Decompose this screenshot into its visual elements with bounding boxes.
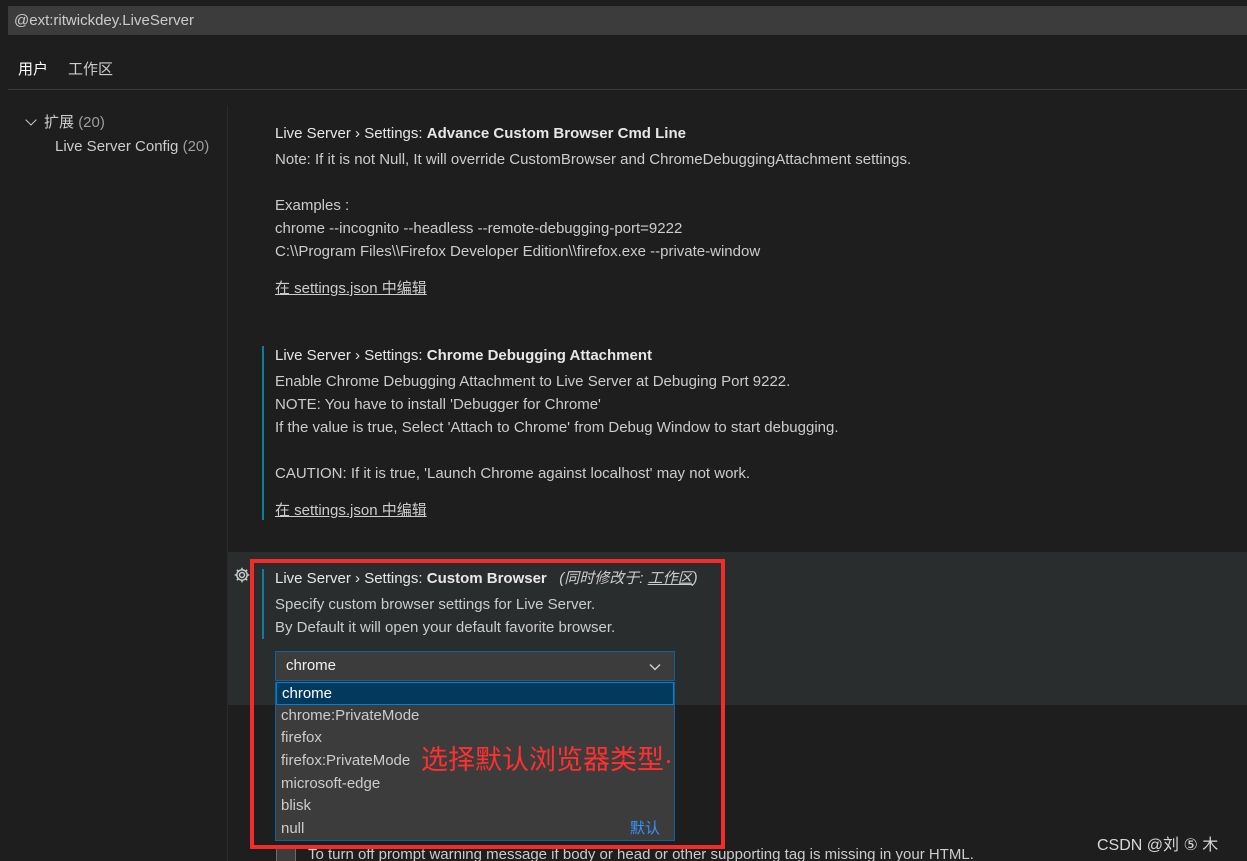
- chevron-down-icon: [649, 663, 661, 671]
- select-value: chrome: [286, 657, 337, 674]
- setting-description: Note: If it is not Null, It will overrid…: [275, 151, 912, 260]
- toc-divider: [227, 106, 228, 861]
- tab-workspace[interactable]: 工作区: [58, 56, 123, 90]
- tab-user[interactable]: 用户: [8, 56, 59, 90]
- gear-icon[interactable]: [233, 566, 251, 584]
- also-modified-workspace-link[interactable]: 工作区: [648, 570, 693, 587]
- annotation-text: 选择默认浏览器类型·: [421, 745, 673, 775]
- tabs-divider: [8, 89, 1247, 90]
- dropdown-option-blisk[interactable]: blisk: [276, 795, 674, 818]
- edit-in-settings-json-link[interactable]: 在 settings.json 中编辑: [275, 277, 427, 298]
- toc-child-count: (20): [182, 138, 210, 155]
- setting-title: Live Server › Settings: Chrome Debugging…: [275, 347, 653, 364]
- dropdown-option-chrome-privatemode[interactable]: chrome:PrivateMode: [276, 705, 674, 728]
- setting-advance-custom-browser-cmd-line: Live Server › Settings: Advance Custom B…: [262, 124, 911, 298]
- default-label: 默认: [629, 820, 660, 838]
- edit-in-settings-json-link[interactable]: 在 settings.json 中编辑: [275, 499, 427, 520]
- setting-custom-browser: Live Server › Settings: Custom Browser (…: [262, 569, 698, 639]
- next-setting-checkbox[interactable]: [276, 847, 296, 861]
- toc-group-count: (20): [78, 114, 105, 131]
- also-modified-in: (同时修改于: 工作区): [559, 570, 698, 587]
- toc-item-extensions[interactable]: 扩展 (20): [25, 111, 105, 132]
- setting-title: Live Server › Settings: Custom Browser (…: [275, 570, 698, 587]
- toc-child-label: Live Server Config: [55, 138, 179, 155]
- settings-toc: 扩展 (20) Live Server Config (20): [0, 106, 228, 861]
- toc-group-label: 扩展: [44, 114, 75, 131]
- setting-description: Enable Chrome Debugging Attachment to Li…: [275, 373, 839, 482]
- watermark: CSDN @刘 ⑤ 木: [1097, 837, 1219, 854]
- next-setting-description: To turn off prompt warning message if bo…: [308, 846, 974, 861]
- chevron-down-icon: [25, 114, 37, 126]
- setting-description: Specify custom browser settings for Live…: [275, 596, 616, 636]
- setting-title: Live Server › Settings: Advance Custom B…: [275, 125, 686, 142]
- setting-chrome-debugging-attachment: Live Server › Settings: Chrome Debugging…: [262, 346, 839, 520]
- custom-browser-select[interactable]: chrome: [275, 651, 675, 681]
- toc-item-live-server-config[interactable]: Live Server Config (20): [55, 138, 209, 155]
- dropdown-option-null[interactable]: null 默认: [276, 818, 674, 841]
- settings-search-input[interactable]: @ext:ritwickdey.LiveServer: [8, 6, 1247, 35]
- dropdown-option-chrome[interactable]: chrome: [276, 682, 674, 705]
- settings-scope-tabs: 用户 工作区: [8, 56, 123, 90]
